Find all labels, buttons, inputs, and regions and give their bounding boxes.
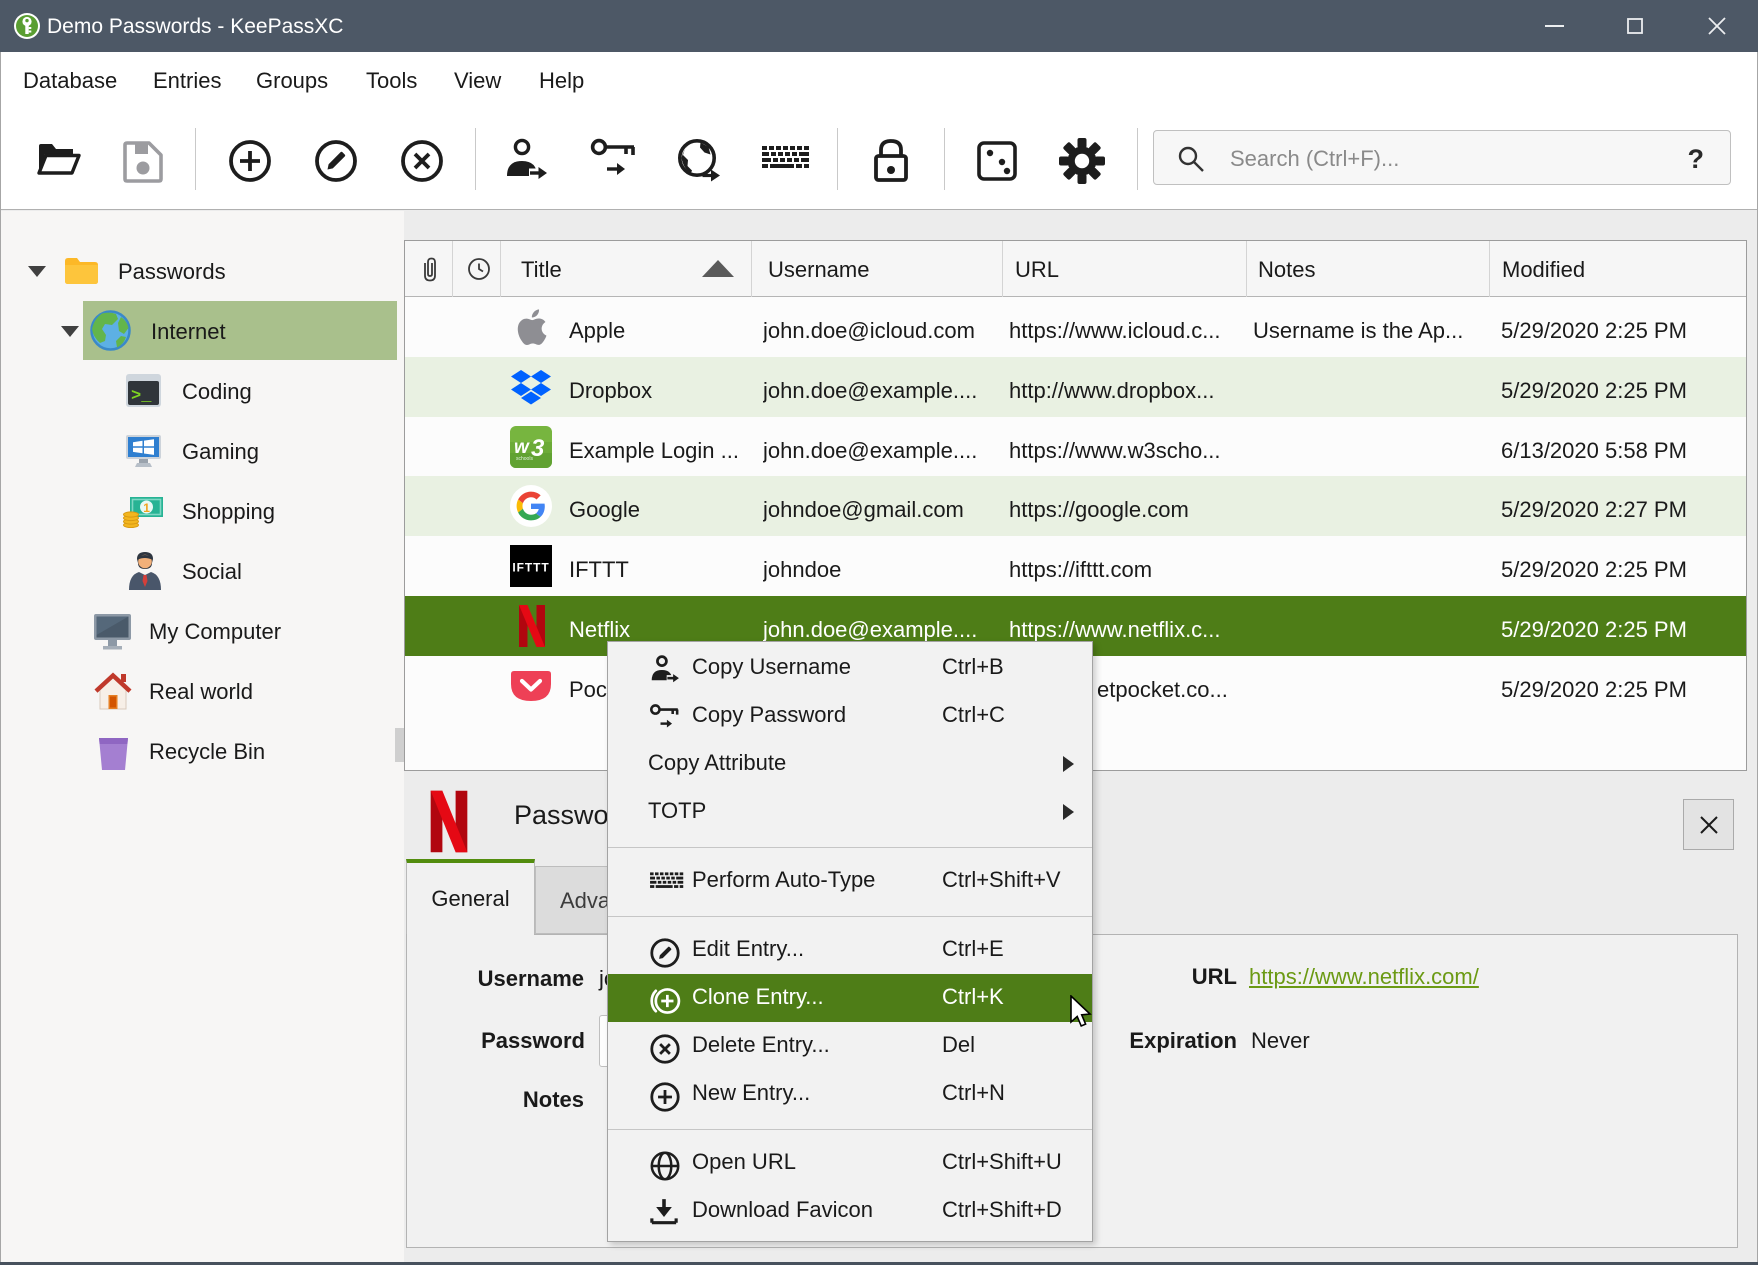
svg-text:schools: schools	[516, 456, 533, 462]
svg-text:IFTTT: IFTTT	[512, 561, 549, 575]
svg-text:w: w	[514, 437, 530, 458]
svg-text:3: 3	[531, 435, 545, 462]
svg-text:1: 1	[143, 501, 150, 515]
svg-text:>_: >_	[131, 387, 152, 406]
